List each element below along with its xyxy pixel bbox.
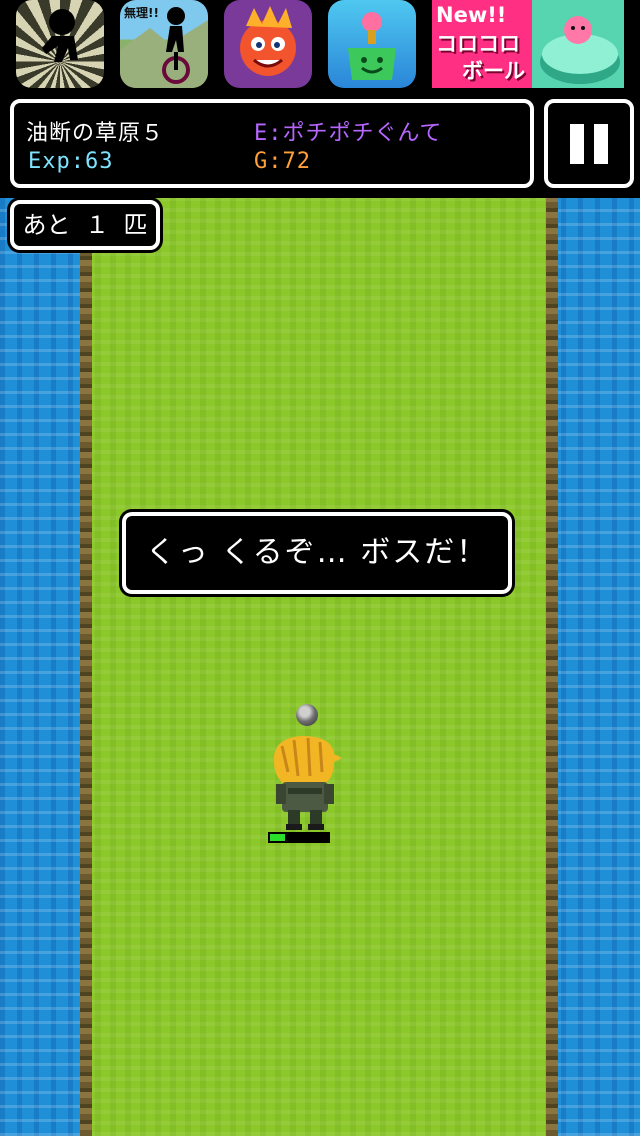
left-riverbank — [80, 198, 92, 1136]
grass-path — [80, 198, 558, 1136]
ad-korokoro-ball[interactable]: New!! コロコロ ボール — [432, 0, 624, 88]
boss-warning-message: くっ くるぞ… ボスだ！ — [122, 512, 512, 594]
pink-ball-icon — [540, 16, 620, 84]
remaining-enemies-counter: あと １ 匹 — [10, 200, 160, 250]
ad-unicycle-game[interactable]: 無理!! — [120, 0, 208, 88]
ad5-title-line1: コロコロ — [436, 32, 520, 56]
pause-button[interactable] — [544, 99, 634, 188]
player-hp-fill — [270, 834, 285, 841]
player-hp-bar — [268, 832, 330, 843]
green-watering-can-icon — [348, 12, 396, 80]
red-dragon-icon — [240, 6, 296, 76]
ad5-new-label: New!! — [436, 3, 507, 27]
ad-dragon-puzzle-game[interactable] — [224, 0, 312, 88]
stage-name: 油断の草原５ — [26, 121, 165, 146]
exp-counter: Exp:63 — [28, 149, 114, 174]
player-character — [268, 704, 344, 834]
gold-counter: G:72 — [254, 149, 311, 174]
ad-watering-can-game[interactable] — [328, 0, 416, 88]
play-field[interactable] — [0, 198, 640, 1136]
ad-banner-bar: 無理!! New!! コロコロ ボール — [0, 0, 640, 94]
ad5-text: New!! コロコロ ボール — [436, 2, 536, 84]
running-silhouette-icon — [42, 9, 78, 62]
right-riverbank — [546, 198, 558, 1136]
enemy-name: E:ポチポチぐんて — [254, 121, 443, 146]
status-panel: 油断の草原５ E:ポチポチぐんて Exp:63 G:72 — [10, 99, 534, 188]
bullet-projectile — [296, 704, 318, 726]
ad-running-game[interactable] — [16, 0, 104, 88]
ad2-caption: 無理!! — [124, 6, 159, 20]
ad5-title-line2: ボール — [462, 59, 525, 83]
hero-sprite — [273, 736, 342, 830]
